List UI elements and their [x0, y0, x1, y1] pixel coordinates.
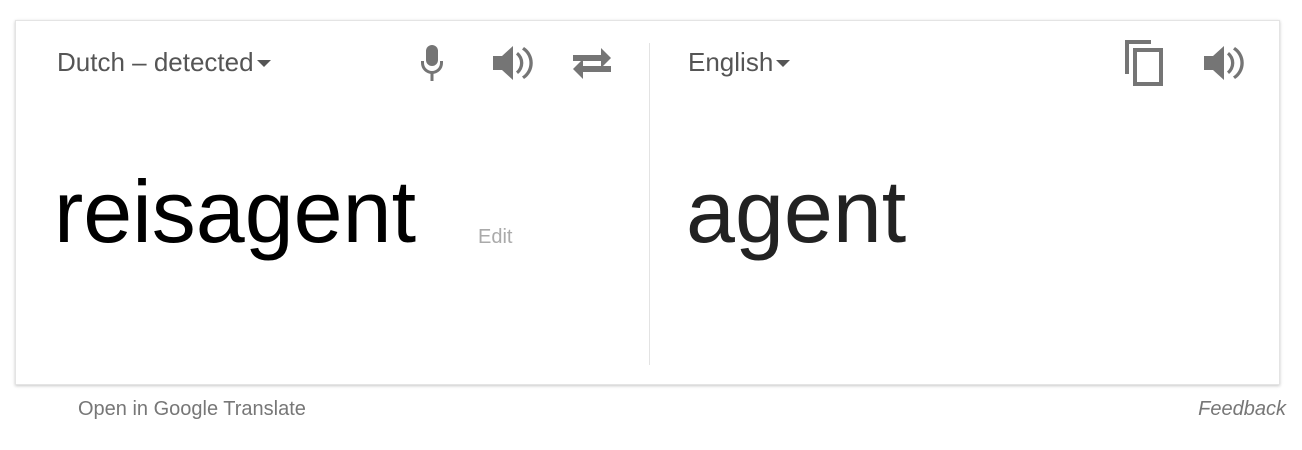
speaker-icon: [493, 46, 533, 80]
listen-translation-button[interactable]: [1198, 38, 1248, 88]
speaker-icon: [1204, 46, 1244, 80]
target-language-label: English: [688, 47, 774, 77]
caret-down-icon: [256, 60, 271, 67]
swap-languages-button[interactable]: [567, 38, 617, 88]
source-language-label: Dutch – detected: [57, 47, 254, 77]
open-in-google-translate-link[interactable]: Open in Google Translate: [78, 398, 306, 421]
source-text[interactable]: reisagent: [54, 157, 416, 267]
copy-translation-button[interactable]: [1118, 38, 1168, 88]
panel-divider: [649, 43, 650, 365]
translated-text: agent: [686, 162, 907, 261]
swap-languages-icon: [573, 48, 611, 79]
caret-down-icon: [776, 60, 791, 67]
target-language-select[interactable]: English: [688, 47, 791, 78]
edit-link[interactable]: Edit: [478, 226, 512, 249]
microphone-button[interactable]: [407, 38, 457, 88]
listen-source-button[interactable]: [487, 38, 537, 88]
feedback-link[interactable]: Feedback: [1198, 398, 1286, 421]
source-language-select[interactable]: Dutch – detected: [57, 47, 271, 78]
microphone-icon: [421, 45, 443, 81]
copy-icon: [1125, 40, 1163, 86]
translate-card: Dutch – detected English reisagent Edit …: [15, 20, 1280, 385]
